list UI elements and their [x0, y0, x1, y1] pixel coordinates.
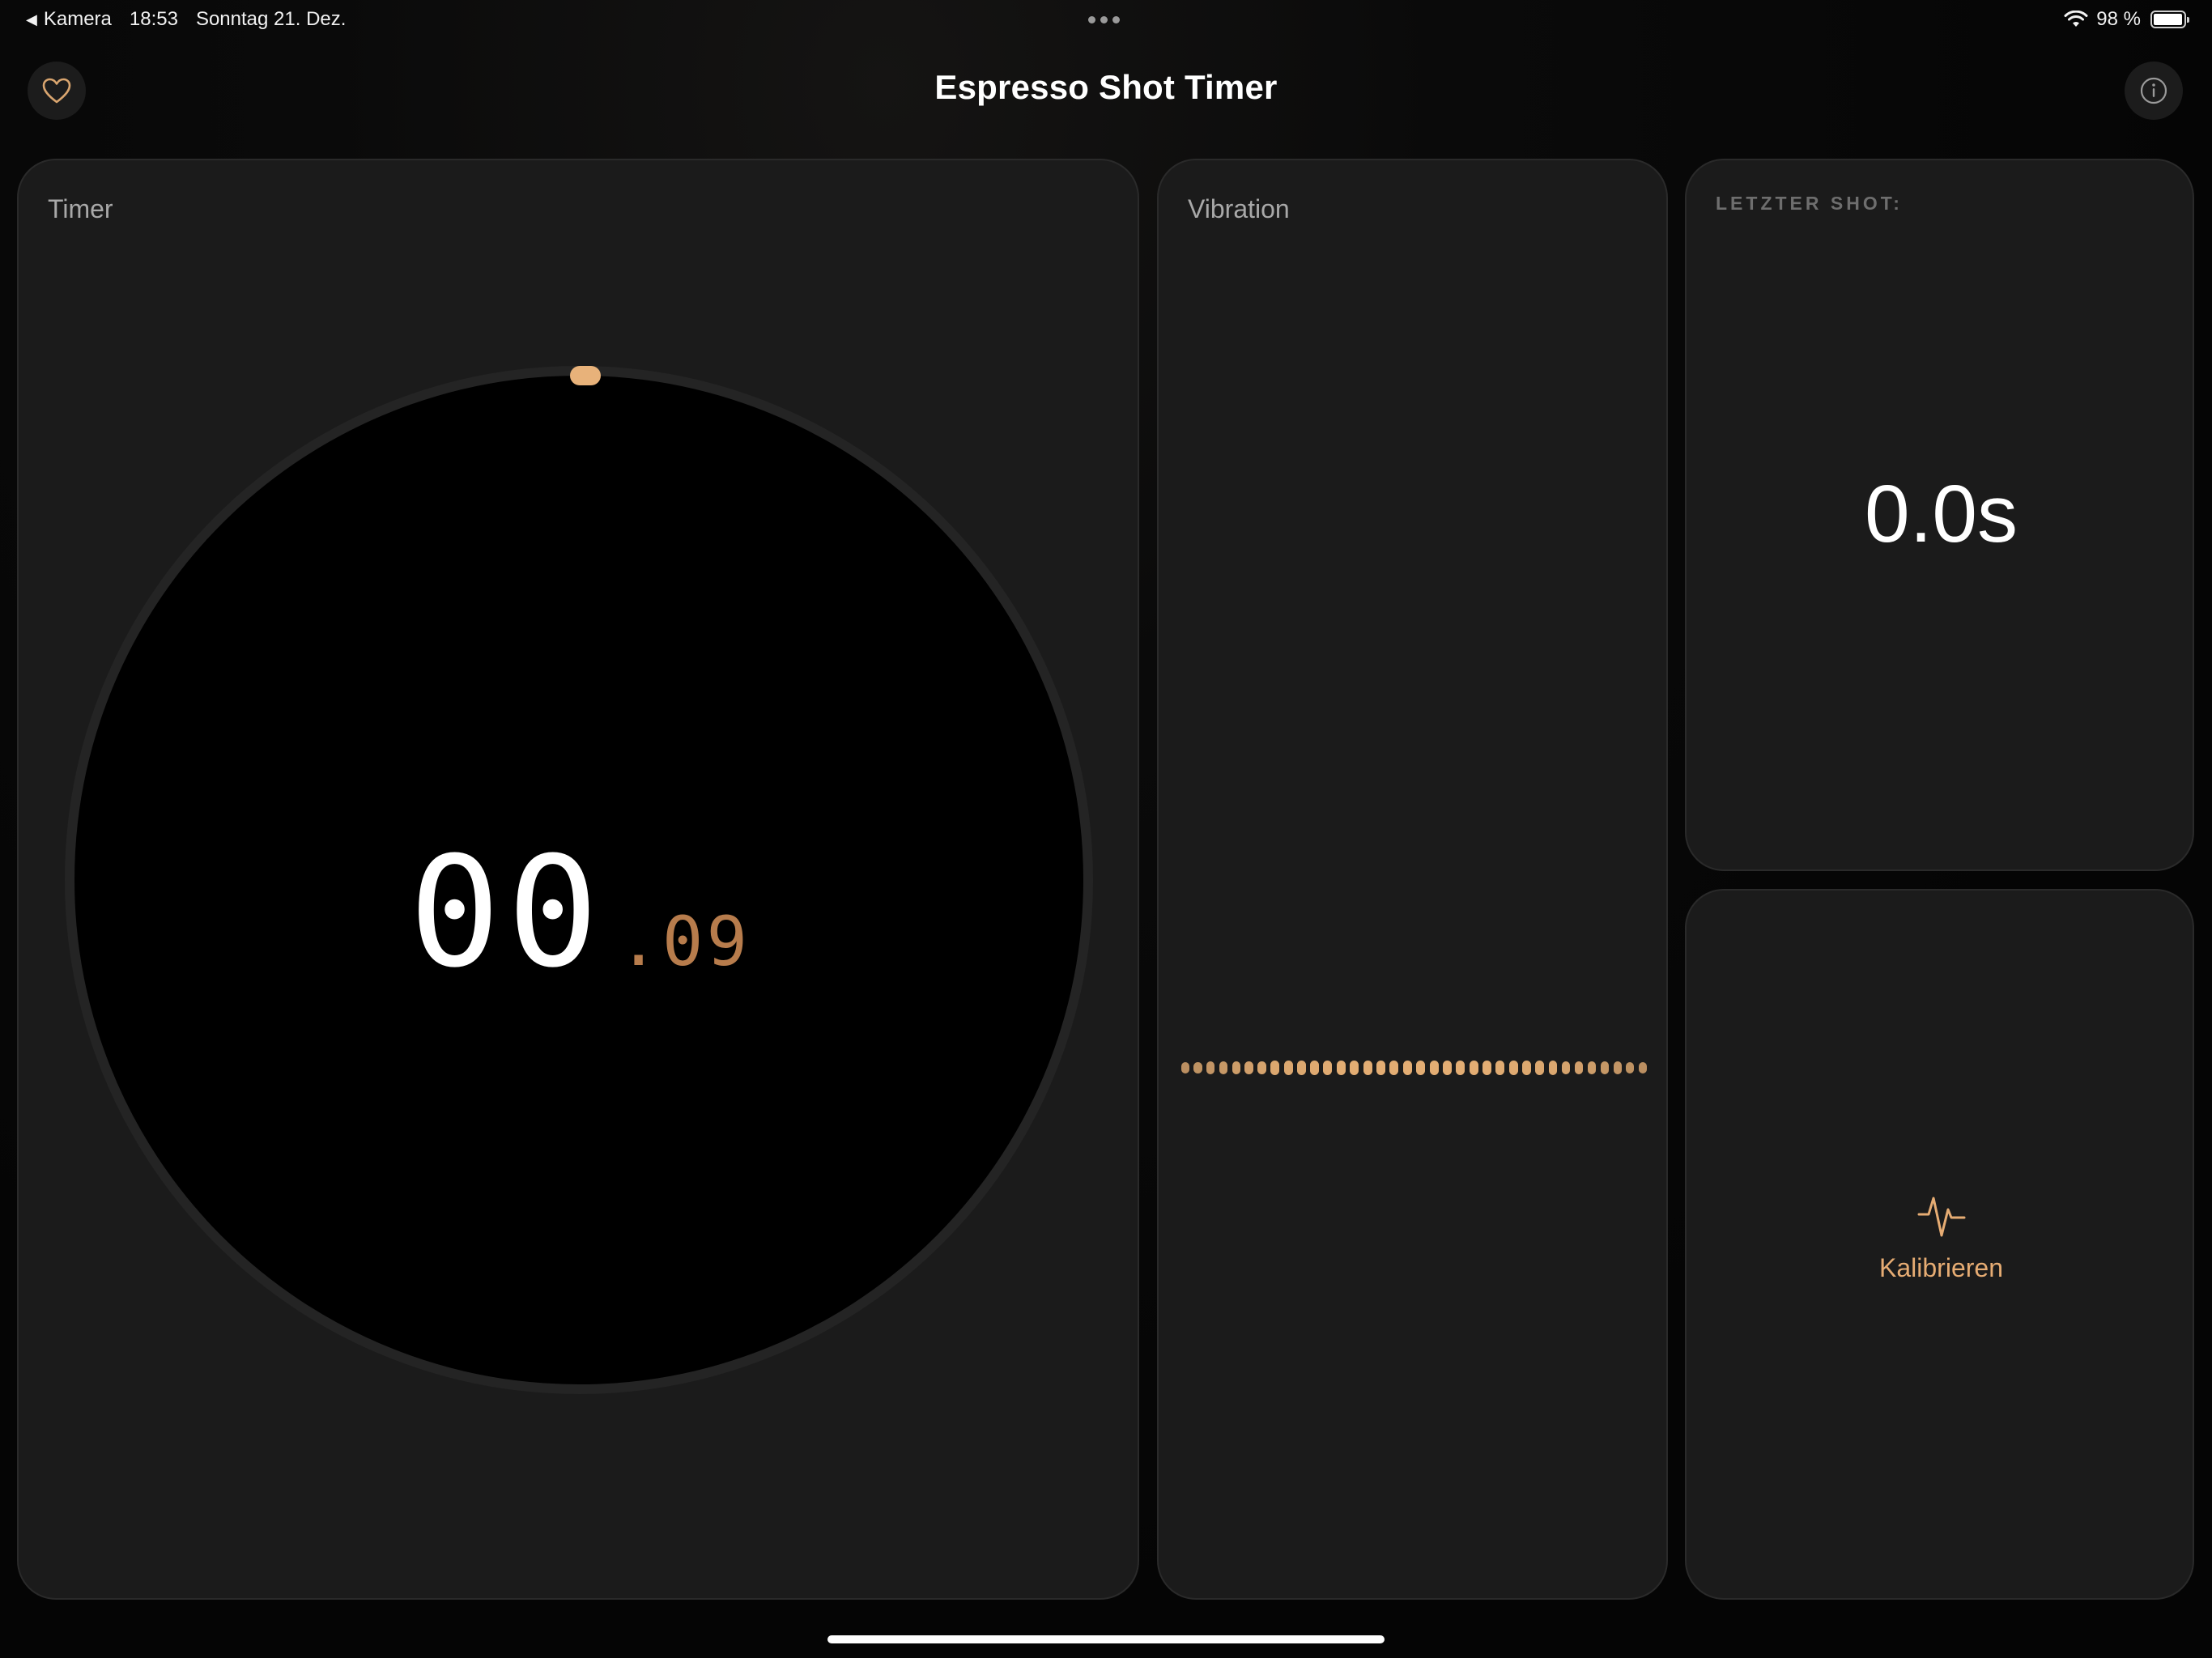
info-button[interactable]: [2125, 62, 2183, 120]
vibration-dot: [1336, 1061, 1346, 1075]
vibration-dot: [1257, 1061, 1267, 1075]
vibration-dot: [1469, 1061, 1478, 1075]
vibration-dot: [1283, 1061, 1293, 1075]
waveform-icon: [1917, 1197, 1965, 1237]
vibration-dot: [1548, 1061, 1558, 1075]
calibrate-card[interactable]: Kalibrieren: [1685, 889, 2194, 1600]
vibration-dot: [1429, 1061, 1439, 1075]
status-date: Sonntag 21. Dez.: [195, 8, 347, 30]
multitasking-dots-icon[interactable]: [1088, 16, 1120, 23]
back-to-app-label[interactable]: Kamera: [44, 8, 112, 31]
vibration-dot: [1323, 1061, 1333, 1075]
timer-fraction: .09: [618, 902, 751, 981]
vibration-dot: [1638, 1061, 1647, 1074]
vibration-dot: [1402, 1061, 1412, 1075]
last-shot-value: 0.0s: [1864, 469, 2018, 559]
vibration-dot: [1508, 1061, 1518, 1075]
calibrate-label: Kalibrieren: [1879, 1253, 2003, 1282]
timer-seconds: 00: [408, 824, 606, 1001]
vibration-dot: [1574, 1061, 1584, 1075]
vibration-dot: [1244, 1061, 1254, 1075]
vibration-dot: [1231, 1061, 1241, 1074]
vibration-dot: [1206, 1061, 1215, 1074]
vibration-dot: [1587, 1061, 1597, 1074]
info-icon: [2140, 77, 2167, 104]
back-to-app-icon[interactable]: ◀: [26, 11, 37, 28]
vibration-card-label: Vibration: [1188, 194, 1290, 223]
timer-card[interactable]: Timer 00 .09: [17, 159, 1139, 1600]
vibration-waveform: [1181, 1056, 1647, 1080]
status-time: 18:53: [129, 8, 178, 30]
vibration-dot: [1350, 1061, 1359, 1075]
last-shot-card: LETZTER SHOT: 0.0s: [1685, 159, 2194, 871]
vibration-dot: [1270, 1061, 1280, 1075]
battery-percentage: 98 %: [2096, 8, 2141, 30]
status-bar: ◀ Kamera 18:53 Sonntag 21. Dez. 98 %: [0, 0, 2212, 39]
vibration-dot: [1495, 1061, 1505, 1075]
vibration-card: Vibration: [1157, 159, 1668, 1600]
calibrate-button[interactable]: Kalibrieren: [1687, 1190, 2196, 1320]
vibration-dot: [1482, 1061, 1492, 1075]
vibration-dot: [1522, 1061, 1531, 1075]
page-title: Espresso Shot Timer: [934, 68, 1278, 106]
vibration-dot: [1219, 1061, 1228, 1074]
vibration-dot: [1376, 1061, 1385, 1075]
vibration-dot: [1535, 1061, 1545, 1075]
home-indicator[interactable]: [827, 1635, 1385, 1643]
timer-readout: 00 .09: [19, 824, 1141, 1001]
status-bar-right: 98 %: [2064, 8, 2189, 31]
vibration-dot: [1181, 1061, 1190, 1074]
timer-progress-marker: [570, 366, 601, 385]
app-screen: ◀ Kamera 18:53 Sonntag 21. Dez. 98 % Esp…: [0, 0, 2212, 1658]
status-bar-left: ◀ Kamera 18:53 Sonntag 21. Dez.: [26, 8, 346, 31]
wifi-icon: [2064, 11, 2088, 27]
vibration-dot: [1600, 1061, 1610, 1074]
vibration-dot: [1456, 1061, 1465, 1075]
vibration-dot: [1561, 1061, 1571, 1075]
vibration-dot: [1310, 1061, 1320, 1075]
vibration-dot: [1389, 1061, 1399, 1075]
vibration-dot: [1296, 1061, 1306, 1075]
battery-level-fill: [2154, 14, 2182, 25]
vibration-dot: [1363, 1061, 1372, 1075]
vibration-dot: [1442, 1061, 1452, 1075]
vibration-dot: [1626, 1061, 1635, 1074]
vibration-dot: [1193, 1061, 1202, 1074]
vibration-dot: [1613, 1061, 1622, 1074]
vibration-dot: [1416, 1061, 1426, 1075]
timer-card-label: Timer: [48, 194, 113, 223]
last-shot-label: LETZTER SHOT:: [1716, 193, 1903, 214]
battery-icon: [2150, 11, 2189, 28]
